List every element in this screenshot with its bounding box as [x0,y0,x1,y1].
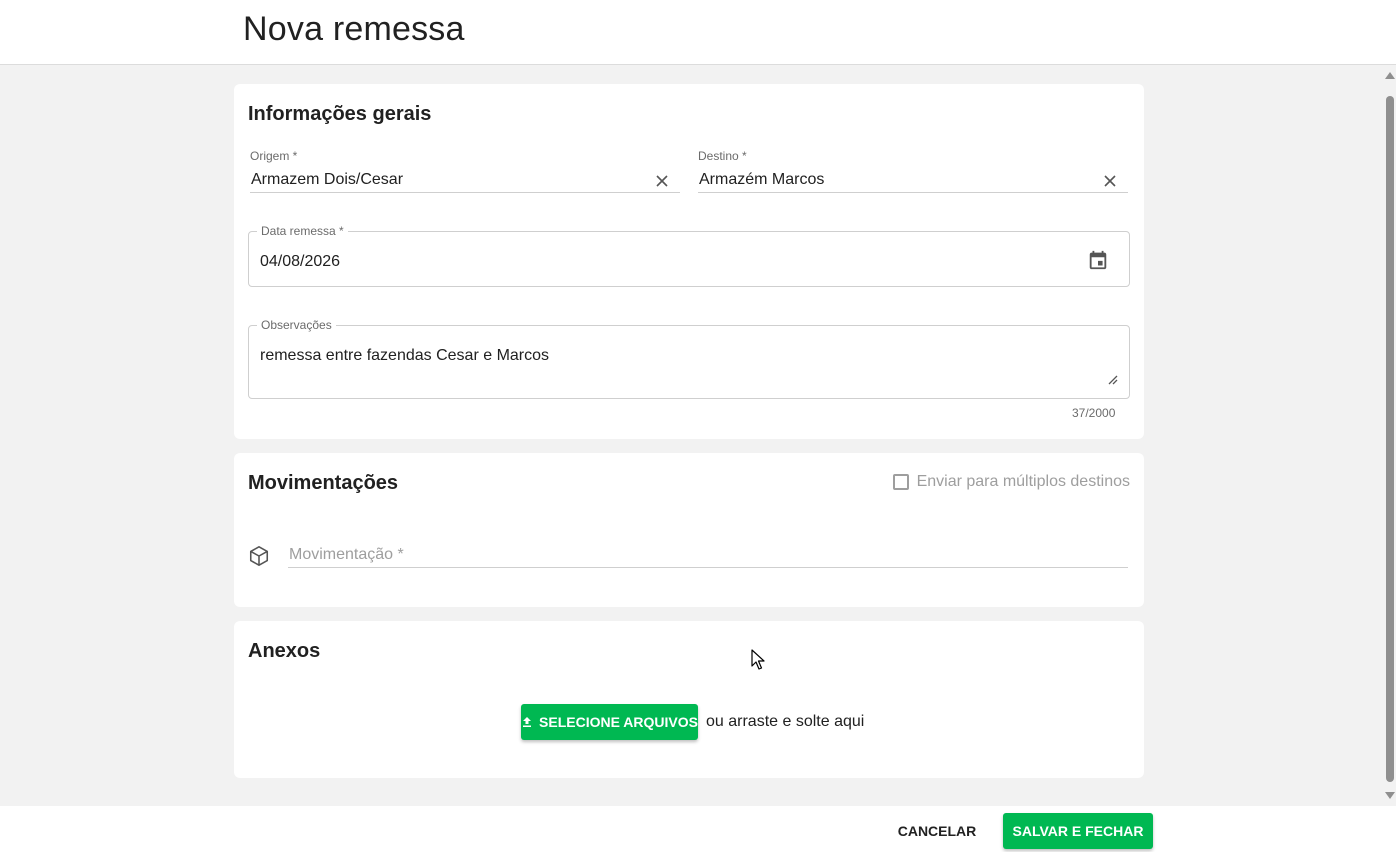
movimentacao-underline [288,567,1128,568]
destino-label: Destino * [698,149,747,163]
data-remessa-field[interactable]: Data remessa * 04/08/2026 [248,224,1130,287]
observacoes-field[interactable]: Observações remessa entre fazendas Cesar… [248,318,1130,399]
upload-icon [523,717,532,727]
origem-clear-icon[interactable] [653,172,671,190]
scroll-up-arrow-icon[interactable] [1385,72,1395,79]
scroll-down-arrow-icon[interactable] [1385,792,1395,799]
anexos-title: Anexos [248,640,321,662]
observacoes-value[interactable]: remessa entre fazendas Cesar e Marcos [260,347,549,365]
observacoes-label: Observações [257,318,336,332]
drop-zone-text: ou arraste e solte aqui [706,713,865,730]
scroll-thumb[interactable] [1386,96,1394,782]
multi-destination-label: Enviar para múltiplos destinos [916,473,1130,490]
top-bar: Nova remessa [0,0,1396,65]
package-icon [248,545,270,567]
general-info-title: Informações gerais [248,103,432,125]
mouse-cursor-icon [751,649,765,676]
data-remessa-value[interactable]: 04/08/2026 [260,253,340,271]
anexos-card: Anexos SELECIONE ARQUIVOS ou arraste e s… [234,621,1144,778]
destino-value[interactable]: Armazém Marcos [699,171,824,189]
destino-underline [698,192,1128,193]
movimentacoes-card: Movimentações Enviar para múltiplos dest… [234,453,1144,607]
vertical-scrollbar[interactable] [1382,66,1396,806]
form-scroll-area: Informações gerais Origem * Armazem Dois… [0,65,1396,806]
multi-destination-checkbox[interactable]: Enviar para múltiplos destinos [892,473,1130,491]
observacoes-counter: 37/2000 [1072,406,1116,420]
movimentacoes-title: Movimentações [248,472,399,494]
resize-handle-icon[interactable] [1106,372,1118,385]
data-remessa-label: Data remessa * [257,224,348,238]
page-title: Nova remessa [243,10,465,48]
origem-underline [250,192,680,193]
save-and-close-button[interactable]: SALVAR E FECHAR [1003,813,1153,849]
calendar-icon[interactable] [1087,249,1109,271]
destino-clear-icon[interactable] [1101,172,1119,190]
cancel-button[interactable]: CANCELAR [886,813,988,849]
select-files-button[interactable]: SELECIONE ARQUIVOS [521,704,698,740]
movimentacao-placeholder[interactable]: Movimentação * [289,546,404,564]
origem-value[interactable]: Armazem Dois/Cesar [251,171,403,189]
checkbox-box[interactable] [892,474,909,490]
general-info-card: Informações gerais Origem * Armazem Dois… [234,84,1144,439]
select-files-label: SELECIONE ARQUIVOS [539,714,698,730]
origem-label: Origem * [250,149,298,163]
form-footer: CANCELAR SALVAR E FECHAR [0,806,1396,852]
